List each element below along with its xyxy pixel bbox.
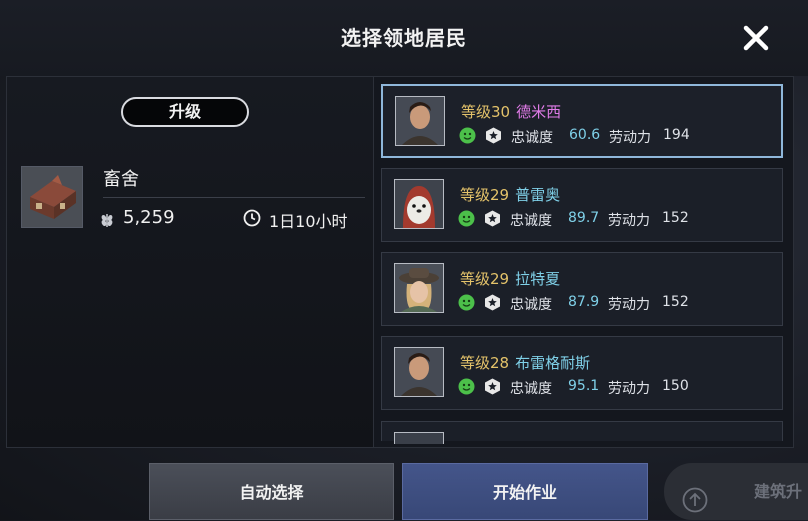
resident-list[interactable]: 等级30 德米西 忠诚度 60.6 劳动力 194 等级29 普雷奥 忠诚度 8… — [381, 81, 791, 447]
dialog-body: 升级 畜舍 5,259 1日10小时 等级30 德米西 忠诚度 60.6 劳动力… — [6, 76, 794, 448]
close-icon[interactable] — [738, 20, 774, 56]
resident-name: 普雷奥 — [515, 186, 561, 204]
building-icon — [21, 166, 83, 228]
badge-icon — [485, 210, 500, 227]
building-panel: 升级 畜舍 5,259 1日10小时 — [7, 77, 374, 447]
building-upgrade-button[interactable]: 建筑升 — [664, 463, 808, 520]
resident-portrait — [395, 96, 445, 146]
loyalty-value: 87.9 — [568, 294, 600, 310]
labor-label: 劳动力 — [608, 213, 650, 229]
wheat-icon — [99, 210, 115, 228]
resident-portrait — [394, 347, 444, 397]
resident-level: 等级30 — [461, 103, 511, 121]
loyalty-label: 忠诚度 — [510, 381, 552, 397]
labor-value: 150 — [662, 378, 689, 394]
dialog-title: 选择领地居民 — [341, 26, 467, 50]
building-upgrade-label: 建筑升 — [754, 482, 803, 501]
labor-label: 劳动力 — [608, 381, 650, 397]
resident-level: 等级29 — [460, 186, 510, 204]
badge-icon — [486, 127, 501, 144]
loyalty-value: 89.7 — [568, 210, 600, 226]
happy-face-icon — [458, 294, 475, 311]
resident-card[interactable] — [381, 421, 783, 444]
divider — [103, 197, 365, 198]
arrow-up-circle-icon — [682, 479, 708, 513]
resident-card[interactable]: 等级29 拉特夏 忠诚度 87.9 劳动力 152 — [381, 252, 783, 326]
loyalty-label: 忠诚度 — [511, 130, 553, 146]
happy-face-icon — [458, 378, 475, 395]
upgrade-badge[interactable]: 升级 — [121, 97, 249, 127]
resident-name: 德米西 — [516, 103, 562, 121]
loyalty-value: 60.6 — [569, 127, 601, 143]
loyalty-label: 忠诚度 — [510, 213, 552, 229]
resident-portrait — [394, 263, 444, 313]
clock-icon — [243, 209, 261, 227]
happy-face-icon — [459, 127, 476, 144]
resident-card[interactable]: 等级29 普雷奥 忠诚度 89.7 劳动力 152 — [381, 168, 783, 242]
dialog-header: 选择领地居民 — [0, 0, 808, 76]
labor-value: 152 — [662, 210, 689, 226]
resident-portrait — [394, 179, 444, 229]
building-name: 畜舍 — [103, 169, 139, 190]
start-work-button[interactable]: 开始作业 — [402, 463, 648, 520]
resident-level: 等级29 — [460, 270, 510, 288]
resident-card[interactable]: 等级28 布雷格耐斯 忠诚度 95.1 劳动力 150 — [381, 336, 783, 410]
resident-level: 等级28 — [460, 354, 510, 372]
resident-name: 布雷格耐斯 — [515, 354, 591, 372]
resident-portrait — [394, 432, 444, 444]
loyalty-label: 忠诚度 — [510, 297, 552, 313]
labor-value: 194 — [663, 127, 690, 143]
badge-icon — [485, 378, 500, 395]
happy-face-icon — [458, 210, 475, 227]
labor-label: 劳动力 — [609, 130, 651, 146]
resource-value: 5,259 — [123, 207, 175, 228]
loyalty-value: 95.1 — [568, 378, 600, 394]
resident-card[interactable]: 等级30 德米西 忠诚度 60.6 劳动力 194 — [381, 84, 783, 158]
build-time: 1日10小时 — [269, 212, 348, 231]
auto-select-button[interactable]: 自动选择 — [149, 463, 394, 520]
badge-icon — [485, 294, 500, 311]
resident-name: 拉特夏 — [515, 270, 561, 288]
labor-value: 152 — [662, 294, 689, 310]
labor-label: 劳动力 — [608, 297, 650, 313]
